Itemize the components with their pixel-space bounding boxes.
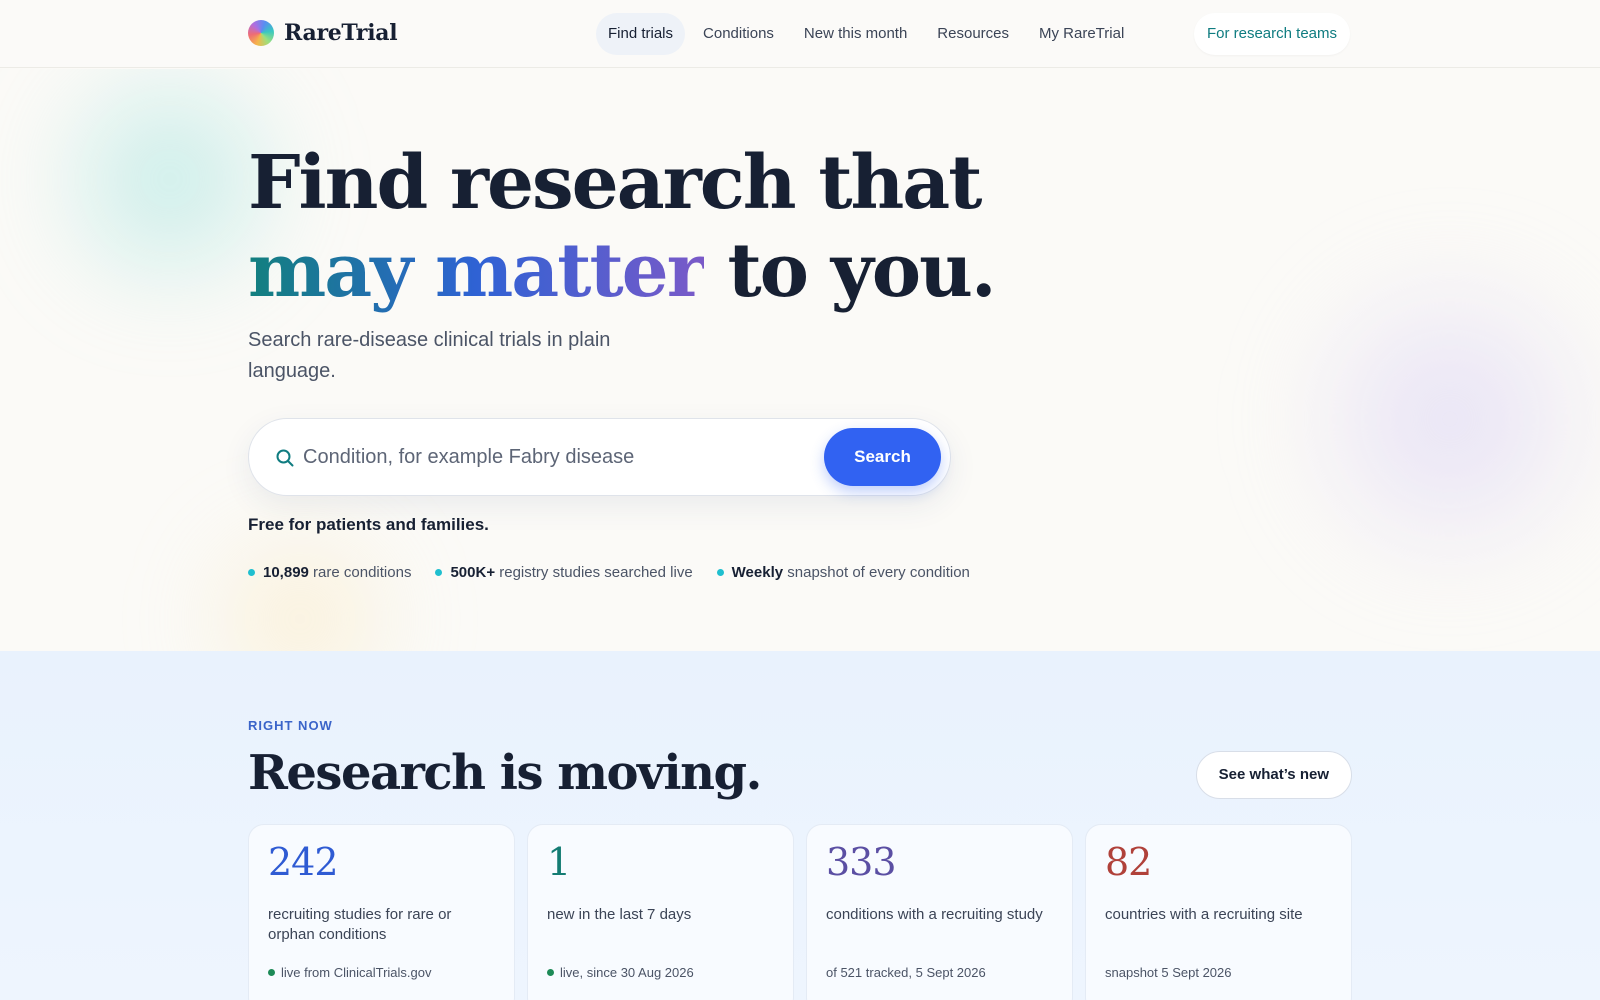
card-description: recruiting studies for rare or orphan co… <box>268 906 452 943</box>
card-footnote-text: snapshot 5 Sept 2026 <box>1105 965 1232 980</box>
hero-subtitle: Search rare-disease clinical trials in p… <box>248 329 611 382</box>
for-research-teams-button[interactable]: For research teams <box>1193 13 1350 55</box>
nav-link-new-this-month[interactable]: New this month <box>792 13 919 55</box>
card-footnote-text: live from ClinicalTrials.gov <box>281 965 432 980</box>
card-number: 82 <box>1105 840 1152 884</box>
brand-name: RareTrial <box>284 20 398 46</box>
nav-link-conditions[interactable]: Conditions <box>691 13 786 55</box>
stat-label: snapshot of every condition <box>783 564 970 581</box>
bullet-dot-icon <box>435 569 443 576</box>
stat-value: 500K+ <box>450 564 496 581</box>
see-whats-new-button[interactable]: See what’s new <box>1195 751 1352 799</box>
card-number: 242 <box>268 840 339 884</box>
free-note: Free for patients and families. <box>248 515 489 534</box>
right-now-section: RIGHT NOW Research is moving. See what’s… <box>0 651 1600 1000</box>
nav-links: Find trials Conditions New this month Re… <box>596 13 1136 55</box>
stat-card-countries[interactable]: 82 countries with a recruiting site snap… <box>1085 824 1352 1000</box>
hero-stats: 10,899 rare conditions 500K+ registry st… <box>248 564 970 581</box>
stat-item: Weekly snapshot of every condition <box>716 564 970 581</box>
nav-link-resources[interactable]: Resources <box>925 13 1021 55</box>
card-number: 333 <box>826 840 897 884</box>
condition-search-input[interactable] <box>303 437 803 477</box>
live-dot-icon <box>268 969 275 976</box>
headline-rest: to you. <box>703 228 996 314</box>
section-eyebrow: RIGHT NOW <box>248 718 333 733</box>
stat-card-conditions-recruiting[interactable]: 333 conditions with a recruiting study o… <box>806 824 1073 1000</box>
card-footnote: snapshot 5 Sept 2026 <box>1105 965 1232 980</box>
live-dot-icon <box>547 969 554 976</box>
card-footnote-text: of 521 tracked, 5 Sept 2026 <box>826 965 986 980</box>
bullet-dot-icon <box>248 569 255 576</box>
hero-headline: Find research that may matter to you. <box>248 139 997 315</box>
search-icon <box>276 449 294 467</box>
stat-card-new-last-7-days[interactable]: 1 new in the last 7 days live, since 30 … <box>527 824 794 1000</box>
bullet-dot-icon <box>716 569 724 576</box>
nav-link-my-raretrial[interactable]: My RareTrial <box>1027 13 1136 55</box>
stat-item: 10,899 rare conditions <box>248 564 411 581</box>
section-title: Research is moving. <box>248 745 762 801</box>
headline-highlight: may matter <box>248 228 706 314</box>
card-footnote-text: live, since 30 Aug 2026 <box>560 965 694 980</box>
search-bar: Search <box>248 418 951 496</box>
card-description: conditions with a recruiting study <box>826 906 1043 923</box>
stat-value: Weekly <box>731 564 784 581</box>
decorative-blob <box>1280 249 1600 589</box>
brand[interactable]: RareTrial <box>248 20 398 46</box>
card-number: 1 <box>547 840 571 884</box>
card-description: new in the last 7 days <box>547 906 692 923</box>
nav-link-find-trials[interactable]: Find trials <box>596 13 686 55</box>
card-footnote: live, since 30 Aug 2026 <box>547 965 694 980</box>
top-nav: RareTrial Find trials Conditions New thi… <box>0 0 1600 68</box>
hero-section: Find research that may matter to you. Se… <box>0 69 1600 651</box>
stat-item: 500K+ registry studies searched live <box>435 564 693 581</box>
stat-value: 10,899 <box>263 564 309 581</box>
card-footnote: live from ClinicalTrials.gov <box>268 965 432 980</box>
card-footnote: of 521 tracked, 5 Sept 2026 <box>826 965 986 980</box>
raretrial-logo-icon <box>248 20 274 46</box>
stat-cards: 242 recruiting studies for rare or orpha… <box>248 824 1352 1000</box>
stat-label: rare conditions <box>308 564 412 581</box>
stat-card-recruiting-studies[interactable]: 242 recruiting studies for rare or orpha… <box>248 824 515 1000</box>
decorative-blob <box>170 519 430 651</box>
stat-label: registry studies searched live <box>495 564 693 581</box>
search-button[interactable]: Search <box>824 428 941 486</box>
card-description: countries with a recruiting site <box>1105 906 1303 923</box>
headline-line-1: Find research that <box>248 140 982 226</box>
